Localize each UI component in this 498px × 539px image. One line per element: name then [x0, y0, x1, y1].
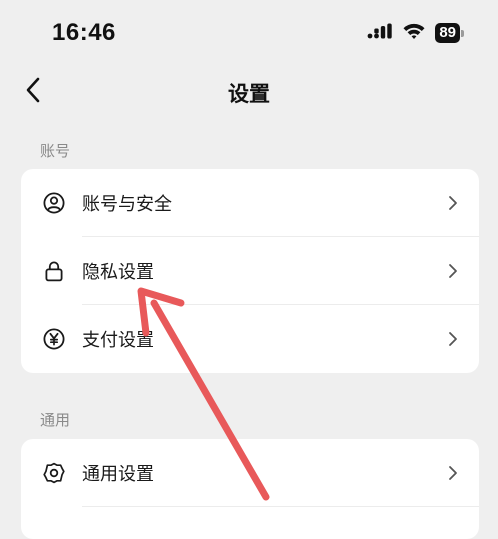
settings-row-general[interactable]: 通用设置 [21, 439, 479, 507]
user-circle-icon [43, 192, 65, 214]
general-settings-card: 通用设置 [21, 439, 479, 539]
status-icons: 89 [367, 22, 464, 44]
chevron-right-icon [447, 195, 459, 211]
yuan-circle-icon [43, 328, 65, 350]
battery-tip [461, 29, 464, 37]
chevron-right-icon [447, 331, 459, 347]
chevron-right-icon [447, 263, 459, 279]
settings-row-payment[interactable]: 支付设置 [21, 305, 479, 373]
section-header-general: 通用 [40, 411, 71, 429]
battery-icon: 89 [435, 23, 464, 43]
account-settings-card: 账号与安全 隐私设置 支付设置 [21, 169, 479, 373]
row-label-payment: 支付设置 [82, 330, 154, 351]
nav-bar: 设置 [0, 70, 498, 114]
cellular-signal-icon [367, 23, 393, 43]
row-label-privacy: 隐私设置 [82, 262, 154, 283]
page-title: 设置 [228, 82, 270, 106]
status-time: 16:46 [52, 19, 116, 46]
settings-row-privacy[interactable]: 隐私设置 [21, 237, 479, 305]
row-label-account-security: 账号与安全 [82, 194, 172, 215]
lock-icon [43, 260, 65, 282]
row-divider [82, 506, 479, 507]
chevron-right-icon [447, 465, 459, 481]
status-bar: 16:46 89 [0, 0, 498, 70]
battery-level: 89 [435, 23, 460, 43]
gear-icon [43, 462, 65, 484]
section-header-account: 账号 [40, 142, 71, 160]
row-label-general: 通用设置 [82, 464, 154, 485]
wifi-icon [402, 22, 426, 44]
settings-row-account-security[interactable]: 账号与安全 [21, 169, 479, 237]
